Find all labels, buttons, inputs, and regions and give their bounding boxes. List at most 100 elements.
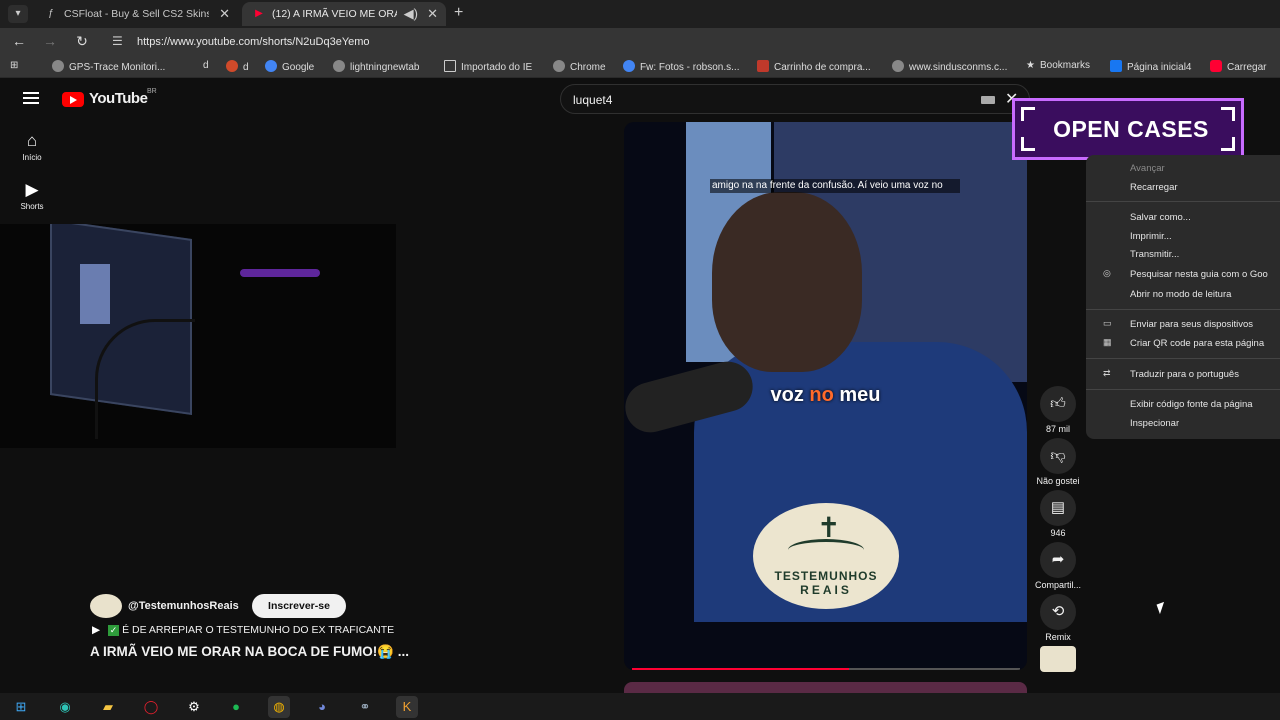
discord-icon[interactable]: ◕ [311, 696, 333, 718]
youtube-icon [1210, 60, 1222, 72]
apps-icon[interactable]: ⊞ [10, 60, 18, 71]
monitor-content-image [80, 264, 110, 324]
home-icon: ⌂ [26, 131, 38, 150]
menu-item-search-tab[interactable]: Pesquisar nesta guia com o Goo [1130, 269, 1268, 280]
search-box[interactable]: luquet4 ✕ [560, 84, 1030, 114]
menu-item-reading-mode[interactable]: Abrir no modo de leitura [1130, 289, 1231, 300]
reload-button[interactable]: ↻ [72, 33, 92, 50]
translate-icon: ⇄ [1103, 368, 1111, 378]
channel-handle[interactable]: @TestemunhosReais [128, 600, 239, 612]
comments-button[interactable]: ▤ 946 [1028, 490, 1088, 538]
menu-icon[interactable] [23, 92, 39, 104]
spotify-icon[interactable]: ● [225, 696, 247, 718]
play-icon: ▶ [92, 624, 101, 636]
bookmark-item[interactable]: Google [265, 60, 314, 73]
lens-icon: ◎ [1103, 268, 1111, 278]
bookmark-item[interactable]: Fw: Fotos - robson.s... [623, 60, 739, 73]
mouse-cursor [1156, 601, 1168, 615]
thumbs-up-icon: 👍︎ [1040, 386, 1076, 422]
csfloat-favicon-icon: ƒ [48, 8, 54, 19]
subscribe-button[interactable]: Inscrever-se [252, 594, 346, 618]
share-icon: ➦ [1040, 542, 1076, 578]
search-input[interactable]: luquet4 [573, 93, 612, 107]
bookmark-item[interactable]: lightningnewtab [333, 60, 420, 73]
audio-icon[interactable]: ◀) [404, 2, 418, 26]
app-icon[interactable]: ⚙ [183, 696, 205, 718]
bookmark-folder[interactable]: Importado do IE [444, 60, 532, 73]
back-button[interactable]: ← [9, 33, 29, 49]
guide-item-home[interactable]: ⌂ Início [12, 131, 52, 162]
menu-divider [1086, 389, 1280, 390]
check-mark-icon: ✓ [108, 625, 120, 636]
menu-item-cast[interactable]: Transmitir... [1130, 249, 1179, 260]
share-button[interactable]: ➦ Compartil... [1028, 542, 1088, 590]
bookmarks-bar: ⊞ GPS-Trace Monitori... d d Google light… [0, 56, 1280, 78]
channel-avatar[interactable] [90, 594, 122, 618]
edge-icon[interactable]: ◉ [54, 696, 76, 718]
windows-taskbar: ⊞ ◉ ▰ ◯ ⚙ ● ◍ ◕ ⚭ K [0, 693, 1280, 720]
menu-item-save-as[interactable]: Salvar como... [1130, 212, 1191, 223]
bookmark-item[interactable]: Carregar [1210, 60, 1266, 73]
bookmark-icon [553, 60, 565, 72]
close-tab-icon[interactable]: ✕ [219, 2, 230, 26]
menu-item-reload[interactable]: Recarregar [1130, 182, 1178, 193]
menu-divider [1086, 309, 1280, 310]
bookmark-icon [226, 60, 238, 72]
bookmark-item[interactable]: Chrome [553, 60, 606, 73]
youtube-logo-text[interactable]: YouTube [89, 90, 148, 107]
open-cases-overlay: OPEN CASES [1012, 98, 1244, 160]
youtube-favicon-icon: ▶ [255, 8, 263, 19]
bookmark-folder[interactable]: ★ Bookmarks [1026, 60, 1090, 71]
menu-item-qr-code[interactable]: Criar QR code para esta página [1130, 338, 1264, 349]
menu-item-forward[interactable]: Avançar [1130, 163, 1165, 174]
menu-item-send-devices[interactable]: Enviar para seus dispositivos [1130, 319, 1253, 330]
bookmark-item[interactable]: Carrinho de compra... [757, 60, 871, 73]
chrome-icon[interactable]: ◍ [268, 696, 290, 718]
tab-youtube[interactable]: ▶ (12) A IRMÃ VEIO ME ORAR ◀) ✕ [242, 2, 446, 26]
bookmark-item[interactable]: www.sindusconms.c... [892, 60, 1007, 73]
file-explorer-icon[interactable]: ▰ [97, 696, 119, 718]
steam-icon[interactable]: ⚭ [354, 696, 376, 718]
qr-code-icon: ▦ [1103, 337, 1112, 347]
keyboard-icon[interactable] [981, 96, 995, 104]
short-video-player[interactable]: amigo na na frente da confusão. Aí veio … [624, 122, 1027, 670]
windows-start-icon[interactable]: ⊞ [10, 696, 32, 718]
browser-tab-bar: ▾ ƒ CSFloat - Buy & Sell CS2 Skins ✕ ▶ (… [0, 0, 1280, 28]
address-bar[interactable]: https://www.youtube.com/shorts/N2uDq3eYe… [137, 36, 370, 48]
short-title[interactable]: A IRMÃ VEIO ME ORAR NA BOCA DE FUMO!😭 ..… [90, 644, 409, 660]
menu-item-translate[interactable]: Traduzir para o português [1130, 369, 1239, 380]
bookmark-item[interactable]: d [226, 60, 249, 73]
menu-item-print[interactable]: Imprimir... [1130, 231, 1172, 242]
opera-icon[interactable]: ◯ [140, 696, 162, 718]
remix-button[interactable]: ⟲ Remix [1028, 594, 1088, 642]
close-tab-icon[interactable]: ✕ [427, 2, 438, 26]
sound-avatar[interactable] [1040, 646, 1076, 672]
bookmark-icon [757, 60, 769, 72]
channel-watermark-logo: ✝ TESTEMUNHOS REAIS [753, 503, 899, 609]
bookmark-item[interactable]: Página inicial4 [1110, 60, 1192, 73]
dislike-button[interactable]: 👎︎ Não gostei [1028, 438, 1088, 486]
new-tab-button[interactable]: + [454, 4, 463, 22]
menu-item-inspect[interactable]: Inspecionar [1130, 418, 1179, 429]
tab-search-dropdown[interactable]: ▾ [8, 5, 28, 23]
like-button[interactable]: 👍︎ 87 mil [1028, 386, 1088, 434]
forward-button[interactable]: → [40, 33, 60, 49]
rgb-light-image [240, 269, 320, 277]
site-info-icon[interactable]: ☰ [112, 34, 123, 48]
streaming-app-icon[interactable]: K [396, 696, 418, 718]
tab-csfloat[interactable]: ƒ CSFloat - Buy & Sell CS2 Skins ✕ [34, 2, 238, 26]
bookmark-item[interactable]: d [203, 60, 209, 71]
book-icon [788, 539, 864, 561]
video-progress-bar[interactable] [632, 668, 1020, 670]
bookmark-icon [52, 60, 64, 72]
webcam-overlay [0, 224, 396, 448]
guide-item-shorts[interactable]: ▶ Shorts [12, 180, 52, 211]
menu-item-view-source[interactable]: Exibir código fonte da página [1130, 399, 1253, 410]
youtube-logo-icon[interactable] [62, 92, 84, 107]
shorts-icon: ▶ [25, 180, 39, 199]
short-description[interactable]: ▶ ✓ É DE ARREPIAR O TESTEMUNHO DO EX TRAFI… [92, 624, 394, 636]
tab-title: CSFloat - Buy & Sell CS2 Skins [64, 8, 209, 20]
devices-icon: ▭ [1103, 318, 1112, 328]
thumbs-down-icon: 👎︎ [1040, 438, 1076, 474]
bookmark-item[interactable]: GPS-Trace Monitori... [52, 60, 165, 73]
